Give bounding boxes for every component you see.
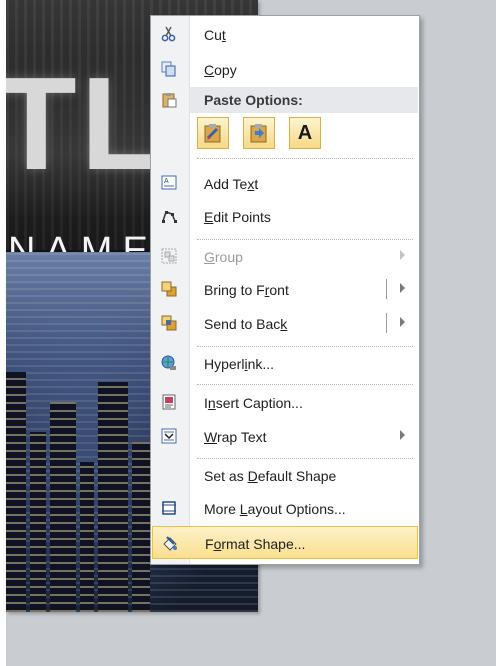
building <box>6 372 26 612</box>
label-text: Set as <box>204 468 248 484</box>
label-text: opy <box>214 62 237 78</box>
label-accelerator: n <box>207 395 216 411</box>
edit-points-icon <box>160 208 178 224</box>
label-accelerator: L <box>239 501 248 517</box>
bring-to-front-icon <box>160 281 178 297</box>
label-text: t <box>254 176 259 192</box>
building <box>132 442 150 612</box>
menu-item-copy[interactable]: Copy <box>151 53 419 85</box>
label-accelerator: k <box>280 316 288 332</box>
label-text: nk... <box>247 356 275 372</box>
building <box>80 462 94 612</box>
menu-item-label: Hyperlink... <box>204 356 274 372</box>
menu-item-label: More Layout Options... <box>204 501 346 517</box>
menu-item-more-layout-options[interactable]: More Layout Options... <box>151 492 419 524</box>
building <box>50 402 76 612</box>
svg-text:A: A <box>164 178 169 185</box>
label-accelerator: G <box>204 249 215 265</box>
group-icon <box>160 248 178 264</box>
copy-icon <box>160 61 178 77</box>
label-text: rap Text <box>216 429 267 445</box>
label-text: dit Points <box>213 209 271 225</box>
label-accelerator: E <box>204 209 214 225</box>
split-divider <box>386 313 387 333</box>
menu-item-label: Edit Points <box>204 209 271 225</box>
send-to-back-icon <box>160 315 178 331</box>
menu-item-label: Add Text <box>204 176 258 192</box>
menu-item-add-text[interactable]: A Add Text <box>151 167 419 199</box>
menu-item-hyperlink[interactable]: Hyperlink... <box>151 347 419 379</box>
building <box>98 382 128 612</box>
label-text: ayout Options... <box>247 501 346 517</box>
submenu-arrow-icon[interactable] <box>400 317 405 327</box>
menu-item-label: Cut <box>204 27 226 43</box>
menu-item-group[interactable]: Group <box>151 240 419 272</box>
text-only-glyph: A <box>297 121 313 144</box>
menu-item-label: Copy <box>204 62 237 78</box>
menu-item-cut[interactable]: Cut <box>151 18 419 50</box>
menu-item-label: Group <box>204 249 243 265</box>
menu-item-label: Set as Default Shape <box>204 468 336 484</box>
menu-item-insert-caption[interactable]: Insert Caption... <box>151 386 419 418</box>
label-text: sert Caption... <box>215 395 303 411</box>
menu-item-edit-points[interactable]: Edit Points <box>151 200 419 232</box>
building <box>30 432 46 612</box>
label-text: Hyperl <box>204 356 245 372</box>
wrap-text-icon <box>160 428 178 444</box>
menu-separator <box>197 158 413 159</box>
menu-item-label: Wrap Text <box>204 429 267 445</box>
submenu-arrow-icon <box>400 250 405 260</box>
split-divider <box>386 279 387 299</box>
context-menu: Cut Copy Paste Options: A A Add Text Edi… <box>150 15 420 565</box>
menu-item-wrap-text[interactable]: Wrap Text <box>151 420 419 452</box>
keep-text-only-icon[interactable]: A <box>289 117 321 149</box>
menu-item-bring-to-front[interactable]: Bring to Front <box>151 273 419 305</box>
label-text: efault Shape <box>257 468 337 484</box>
label-accelerator: D <box>247 468 258 484</box>
label-text: Bring to F <box>204 282 265 298</box>
menu-item-label: Bring to Front <box>204 282 289 298</box>
label-text: Cu <box>204 27 222 43</box>
insert-caption-icon <box>160 394 178 410</box>
label-text: roup <box>214 249 243 265</box>
paste-options-header: Paste Options: <box>190 87 418 113</box>
keep-source-formatting-icon[interactable] <box>197 117 229 149</box>
menu-item-format-shape[interactable]: Format Shape... <box>152 526 418 559</box>
menu-item-set-default-shape[interactable]: Set as Default Shape <box>151 459 419 491</box>
use-destination-icon[interactable] <box>243 117 275 149</box>
text-box-icon: A <box>160 175 178 191</box>
label-text: Send to Bac <box>204 316 281 332</box>
label-text: rmat Shape... <box>221 536 306 552</box>
submenu-arrow-icon[interactable] <box>400 283 405 293</box>
clipboard-icon <box>160 92 178 108</box>
label-accelerator: W <box>204 429 217 445</box>
submenu-arrow-icon <box>400 430 405 440</box>
label-text: More <box>204 501 240 517</box>
label-accelerator: C <box>204 62 215 78</box>
menu-item-label: Format Shape... <box>205 536 305 552</box>
scissors-icon <box>160 26 178 42</box>
menu-item-label: Insert Caption... <box>204 395 303 411</box>
paste-options-label: Paste Options: <box>204 92 303 108</box>
label-text: F <box>205 536 214 552</box>
label-text: ont <box>269 282 289 298</box>
label-accelerator: t <box>221 27 226 43</box>
menu-item-label: Send to Back <box>204 316 287 332</box>
label-text: Add Te <box>204 176 248 192</box>
menu-separator <box>197 384 413 385</box>
format-shape-icon <box>161 535 179 551</box>
hyperlink-icon <box>160 355 178 371</box>
layout-options-icon <box>160 500 178 516</box>
menu-item-send-to-back[interactable]: Send to Back <box>151 307 419 339</box>
